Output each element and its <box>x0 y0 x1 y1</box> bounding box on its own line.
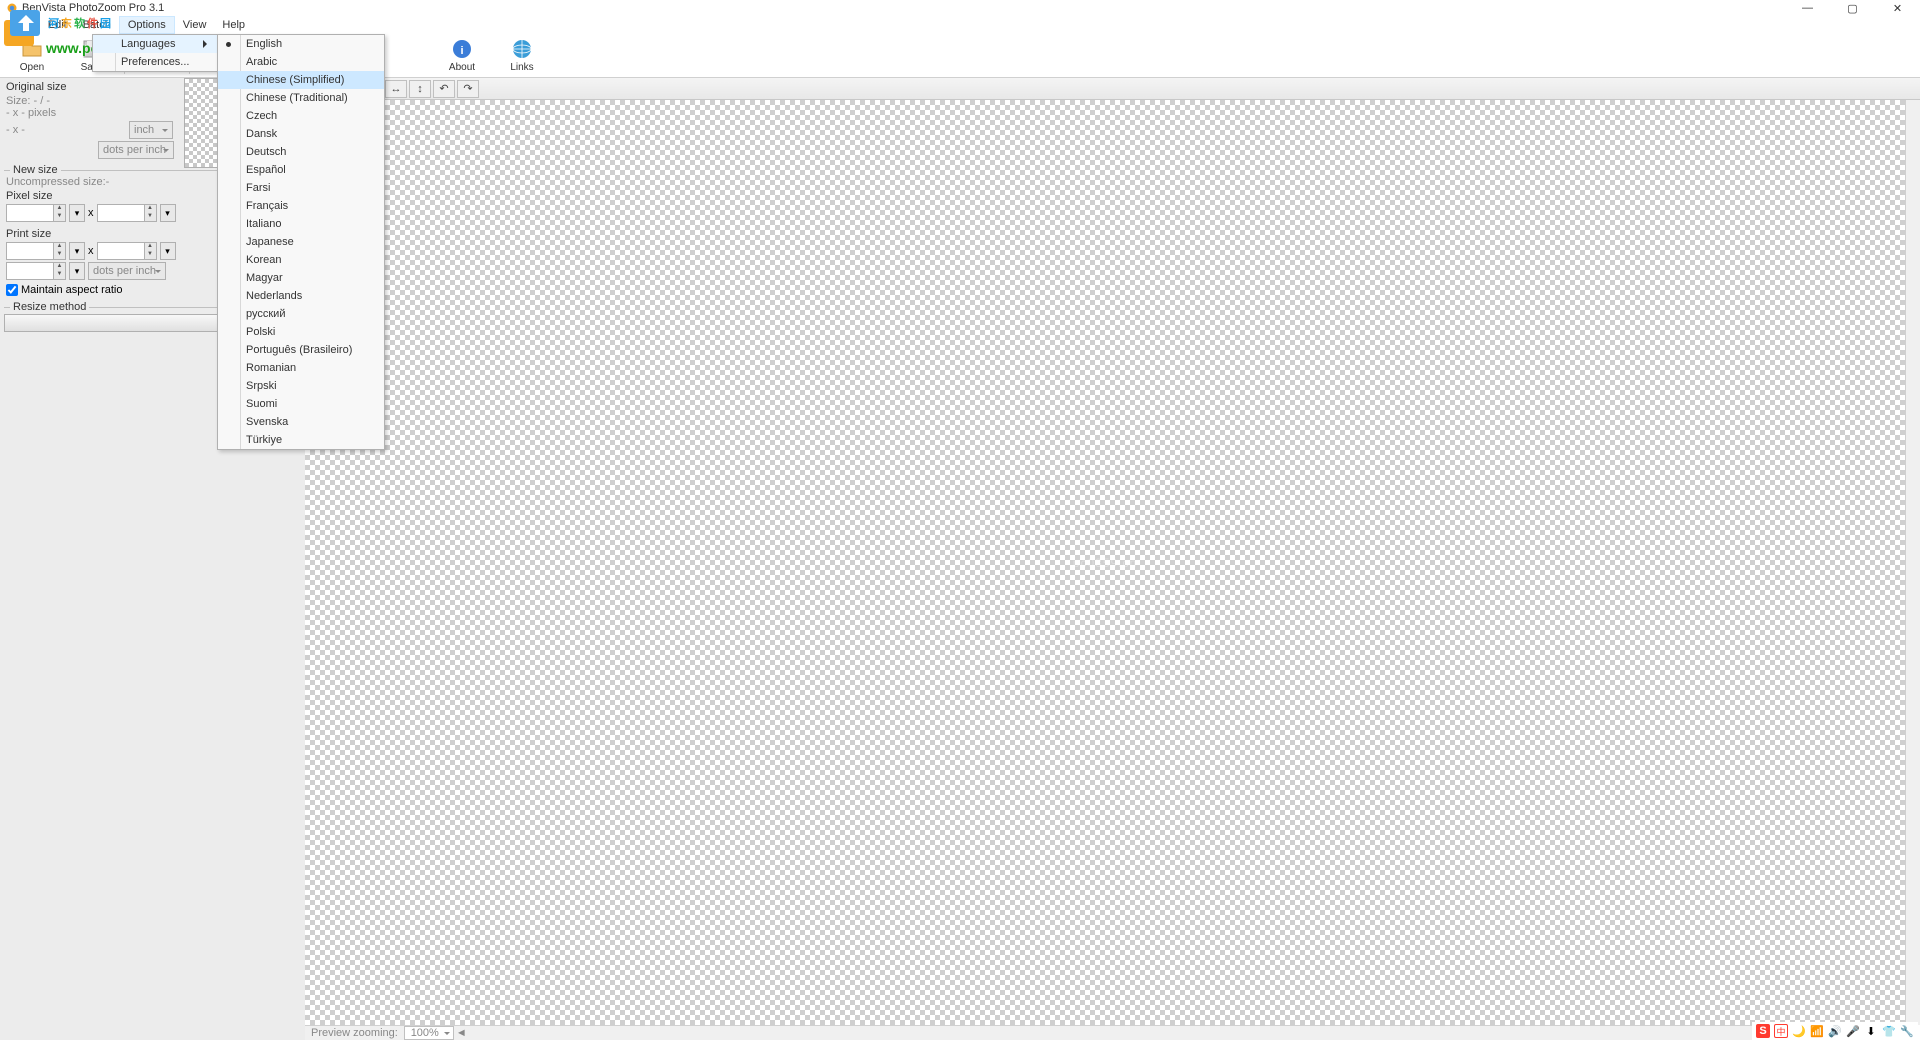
language-option[interactable]: Italiano <box>218 215 384 233</box>
wifi-icon[interactable]: 📶 <box>1810 1024 1824 1038</box>
ime-icon[interactable]: 中 <box>1774 1024 1788 1038</box>
menu-bar: File Edit Batch Options View Help <box>0 16 1920 34</box>
svg-text:i: i <box>460 45 463 57</box>
menu-options[interactable]: Options <box>119 16 175 34</box>
language-option[interactable]: Dansk <box>218 125 384 143</box>
unit-combo[interactable]: inch <box>129 121 173 139</box>
language-option[interactable]: Magyar <box>218 269 384 287</box>
app-icon <box>6 2 18 14</box>
canvas-toolbar: ↔ ↕ ↶ ↷ <box>305 78 1920 100</box>
sound-icon[interactable]: 🔊 <box>1828 1024 1842 1038</box>
language-option[interactable]: Korean <box>218 251 384 269</box>
language-option[interactable]: Farsi <box>218 179 384 197</box>
fit-vertical-button[interactable]: ↕ <box>409 80 431 98</box>
sogou-icon[interactable]: S <box>1756 1024 1770 1038</box>
language-option[interactable]: Español <box>218 161 384 179</box>
bullet-icon <box>226 42 231 47</box>
lock-button[interactable]: ▾ <box>69 204 85 222</box>
print-width-input[interactable]: ▲▼ <box>6 242 66 260</box>
zoom-combo[interactable]: 100% <box>404 1026 454 1040</box>
language-option[interactable]: Nederlands <box>218 287 384 305</box>
moon-icon[interactable]: 🌙 <box>1792 1024 1806 1038</box>
menu-view[interactable]: View <box>175 17 215 33</box>
close-button[interactable]: ✕ <box>1875 0 1920 16</box>
preferences-menu-item[interactable]: Preferences... <box>93 53 217 71</box>
language-option[interactable]: Português (Brasileiro) <box>218 341 384 359</box>
pixel-height-input[interactable]: ▲▼ <box>97 204 157 222</box>
scroll-left-button[interactable]: ◄ <box>454 1027 469 1039</box>
globe-icon <box>511 38 533 60</box>
language-option[interactable]: Srpski <box>218 377 384 395</box>
language-option[interactable]: Deutsch <box>218 143 384 161</box>
maintain-aspect-checkbox[interactable] <box>6 284 18 296</box>
language-option[interactable]: Chinese (Simplified) <box>218 71 384 89</box>
language-option[interactable]: Czech <box>218 107 384 125</box>
resolution-input[interactable]: ▲▼ <box>6 262 66 280</box>
system-tray: S 中 🌙 📶 🔊 🎤 ⬇ 👕 🔧 <box>1752 1022 1918 1040</box>
print-height-input[interactable]: ▲▼ <box>97 242 157 260</box>
center-watermark: pc0359.cn <box>1073 556 1137 570</box>
info-icon: i <box>451 38 473 60</box>
status-bar: Preview zooming: 100% ◄ ► <box>305 1025 1905 1040</box>
preview-zoom-label: Preview zooming: <box>305 1027 404 1039</box>
options-dropdown: Languages Preferences... <box>92 34 218 72</box>
window-title: BenVista PhotoZoom Pro 3.1 <box>22 2 164 14</box>
dpi-combo[interactable]: dots per inch <box>98 141 174 159</box>
about-button[interactable]: i About <box>432 35 492 77</box>
language-option[interactable]: Français <box>218 197 384 215</box>
menu-batch[interactable]: Batch <box>75 17 119 33</box>
mic-icon[interactable]: 🎤 <box>1846 1024 1860 1038</box>
language-option[interactable]: Romanian <box>218 359 384 377</box>
maintain-aspect-label: Maintain aspect ratio <box>21 284 123 296</box>
submenu-arrow-icon <box>203 40 211 48</box>
lock-button[interactable]: ▾ <box>160 204 176 222</box>
rotate-right-button[interactable]: ↷ <box>457 80 479 98</box>
language-option[interactable]: русский <box>218 305 384 323</box>
languages-dropdown: EnglishArabicChinese (Simplified)Chinese… <box>217 34 385 450</box>
lock-button[interactable]: ▾ <box>69 242 85 260</box>
menu-file[interactable]: File <box>6 17 40 33</box>
shirt-icon[interactable]: 👕 <box>1882 1024 1896 1038</box>
rotate-left-button[interactable]: ↶ <box>433 80 455 98</box>
language-option[interactable]: Türkiye <box>218 431 384 449</box>
download-icon[interactable]: ⬇ <box>1864 1024 1878 1038</box>
open-icon <box>21 38 43 60</box>
pixel-width-input[interactable]: ▲▼ <box>6 204 66 222</box>
language-option[interactable]: Chinese (Traditional) <box>218 89 384 107</box>
languages-menu-item[interactable]: Languages <box>93 35 217 53</box>
vertical-scrollbar[interactable] <box>1905 100 1920 1025</box>
dim-value: - x - <box>6 124 126 136</box>
maximize-button[interactable]: ▢ <box>1830 0 1875 16</box>
lock-button[interactable]: ▾ <box>69 262 85 280</box>
open-button[interactable]: Open <box>2 35 62 77</box>
minimize-button[interactable]: — <box>1785 0 1830 16</box>
lock-button[interactable]: ▾ <box>160 242 176 260</box>
language-option[interactable]: Polski <box>218 323 384 341</box>
language-option[interactable]: Japanese <box>218 233 384 251</box>
wrench-icon[interactable]: 🔧 <box>1900 1024 1914 1038</box>
title-bar: BenVista PhotoZoom Pro 3.1 — ▢ ✕ <box>0 0 1920 16</box>
menu-help[interactable]: Help <box>214 17 253 33</box>
resolution-unit-combo[interactable]: dots per inch <box>88 262 166 280</box>
language-option[interactable]: Arabic <box>218 53 384 71</box>
language-option[interactable]: Suomi <box>218 395 384 413</box>
canvas-area: ↔ ↕ ↶ ↷ pc0359.cn Preview zooming: 100% … <box>305 78 1920 1040</box>
menu-edit[interactable]: Edit <box>40 17 75 33</box>
fit-horizontal-button[interactable]: ↔ <box>385 80 407 98</box>
links-button[interactable]: Links <box>492 35 552 77</box>
canvas[interactable]: pc0359.cn <box>305 100 1905 1025</box>
language-option[interactable]: Svenska <box>218 413 384 431</box>
language-option[interactable]: English <box>218 35 384 53</box>
